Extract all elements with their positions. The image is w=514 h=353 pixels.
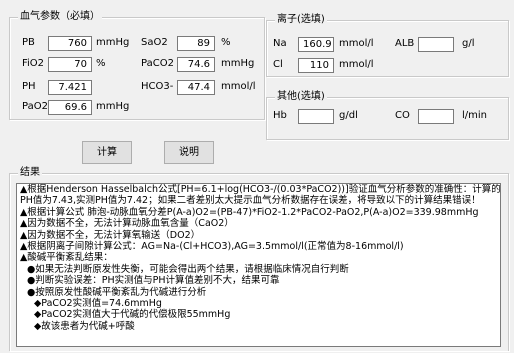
na-field[interactable]: 160.9	[298, 37, 334, 52]
co-field[interactable]	[418, 109, 454, 124]
pao2-unit: mmHg	[96, 101, 130, 112]
result-line: ●按照原发性酸碱平衡紊乱为代碱进行分析	[27, 286, 207, 298]
sao2-unit: %	[221, 37, 231, 48]
other-group-title: 其他(选填)	[275, 91, 327, 103]
result-line: ▲根据计算公式 肺泡-动脉血氧分差P(A-a)O2=(PB-47)*FiO2-1…	[20, 206, 479, 218]
cl-label: Cl	[273, 59, 283, 70]
result-line: ◆PaCO2实测值大于代碱的代偿极限55mmHg	[34, 309, 231, 321]
pao2-field[interactable]: 69.6	[48, 100, 92, 115]
paco2-field[interactable]: 74.6	[177, 57, 215, 72]
hb-unit: g/dl	[339, 110, 358, 121]
paco2-unit: mmHg	[221, 58, 255, 69]
calculate-button[interactable]: 计算	[82, 141, 132, 164]
result-line: PH值为7.43,实测PH值为7.42；如果二者差别太大提示血气分析数据存在误差…	[20, 195, 481, 207]
fio2-unit: %	[96, 58, 106, 69]
cl-field[interactable]: 110	[298, 58, 334, 73]
hco3-label: HCO3-	[141, 81, 174, 92]
paco2-label: PaCO2	[141, 58, 174, 69]
result-line: ●判断实验误差：PH实测值与PH计算值差别不大，结果可靠	[27, 275, 280, 287]
result-line: ▲酸碱平衡紊乱结果：	[20, 252, 113, 264]
ph-field[interactable]: 7.421	[48, 80, 92, 95]
alb-unit: g/l	[462, 38, 475, 49]
result-line: ◆故该患者为代碱+呼酸	[34, 320, 135, 332]
pb-unit: mmHg	[96, 37, 130, 48]
co-label: CO	[395, 110, 410, 121]
ions-group-title: 离子(选填)	[275, 14, 327, 26]
result-line: ▲因为数据不全，无法计算动脉血氧含量（CaO2）	[20, 218, 234, 230]
hco3-field[interactable]: 47.4	[177, 80, 215, 95]
pb-label: PB	[22, 37, 35, 48]
na-unit: mmol/l	[339, 38, 374, 49]
result-textarea[interactable]: ▲根据Henderson Hasselbalch公式[PH=6.1+log(HC…	[16, 183, 501, 347]
co-unit: l/min	[462, 110, 488, 121]
result-line: ▲根据阴离子间隙计算公式：AG=Na-(Cl+HCO3),AG=3.5mmol/…	[20, 241, 404, 253]
cl-unit: mmol/l	[339, 59, 374, 70]
sao2-label: SaO2	[141, 37, 168, 48]
result-line: ◆PaCO2实测值=74.6mmHg	[34, 298, 162, 310]
help-button[interactable]: 说明	[164, 141, 214, 164]
alb-field[interactable]	[418, 37, 454, 52]
fio2-label: FiO2	[22, 58, 45, 69]
hb-label: Hb	[273, 110, 287, 121]
result-group-title: 结果	[18, 167, 42, 179]
fio2-field[interactable]: 70	[48, 57, 92, 72]
result-line: ▲因为数据不全，无法计算氧输送（DO2）	[20, 229, 201, 241]
ph-label: PH	[22, 81, 36, 92]
blood-gas-group-title: 血气参数（必填）	[18, 11, 102, 23]
hco3-unit: mmol/l	[221, 81, 256, 92]
result-line: ●如果无法判断原发性失衡，可能会得出两个结果，请根据临床情况自行判断	[27, 263, 349, 275]
sao2-field[interactable]: 89	[177, 36, 215, 51]
hb-field[interactable]	[298, 109, 334, 124]
alb-label: ALB	[395, 38, 415, 49]
pb-field[interactable]: 760	[48, 36, 92, 51]
na-label: Na	[273, 38, 287, 49]
result-line: ▲根据Henderson Hasselbalch公式[PH=6.1+log(HC…	[20, 184, 501, 195]
pao2-label: PaO2	[22, 101, 48, 112]
